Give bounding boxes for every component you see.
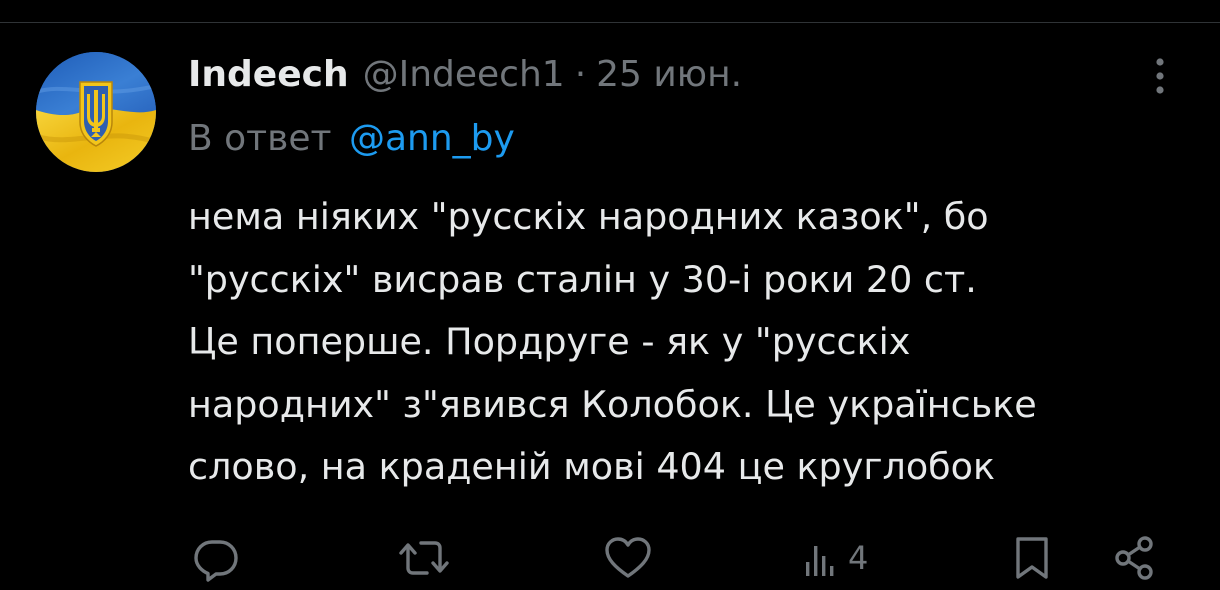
- ukraine-flag-emblem-icon: [36, 52, 156, 172]
- views-button[interactable]: 4: [804, 534, 868, 582]
- repost-icon: [399, 541, 449, 575]
- post-text-line: "русскіх" висрав сталін у 30-і роки 20 с…: [188, 257, 977, 301]
- like-button[interactable]: [603, 534, 653, 582]
- reply-prefix: В ответ: [188, 118, 332, 159]
- avatar[interactable]: [36, 52, 156, 172]
- post-text-line: Це поперше. Пордруге - як у "русскіх: [188, 320, 911, 363]
- top-divider: [0, 22, 1220, 23]
- post-text-line: нема ніяких "русскіх народних казок", бо: [188, 195, 989, 238]
- action-bar: 4: [0, 530, 1220, 586]
- heart-icon: [605, 537, 651, 578]
- views-count: 4: [848, 539, 869, 577]
- post-text-line: слово, на краденій мові 404 це круглобок: [188, 445, 996, 488]
- header-separator: ·: [574, 53, 587, 95]
- author-handle[interactable]: @Indeech1: [363, 54, 565, 95]
- bar-chart-icon: [806, 546, 834, 576]
- share-icon: [1115, 536, 1153, 580]
- reply-context: В ответ @ann_by: [188, 118, 515, 159]
- bookmark-icon: [1016, 537, 1048, 579]
- share-button[interactable]: [1110, 534, 1158, 582]
- reply-button[interactable]: [192, 534, 240, 582]
- post-date[interactable]: 25 июн.: [596, 54, 742, 95]
- reply-mention-link[interactable]: @ann_by: [349, 118, 515, 159]
- bookmark-button[interactable]: [1012, 534, 1052, 582]
- repost-button[interactable]: [398, 534, 450, 582]
- post-header: Indeech @Indeech1 · 25 июн.: [188, 52, 742, 96]
- comment-icon: [194, 540, 238, 582]
- post-text-line: народних" з"явився Колобок. Це українськ…: [188, 382, 1037, 426]
- author-name[interactable]: Indeech: [188, 54, 349, 95]
- more-vertical-icon: [1156, 58, 1164, 94]
- post-text: нема ніяких "русскіх народних казок", бо…: [188, 186, 1198, 499]
- more-options-button[interactable]: [1140, 54, 1180, 98]
